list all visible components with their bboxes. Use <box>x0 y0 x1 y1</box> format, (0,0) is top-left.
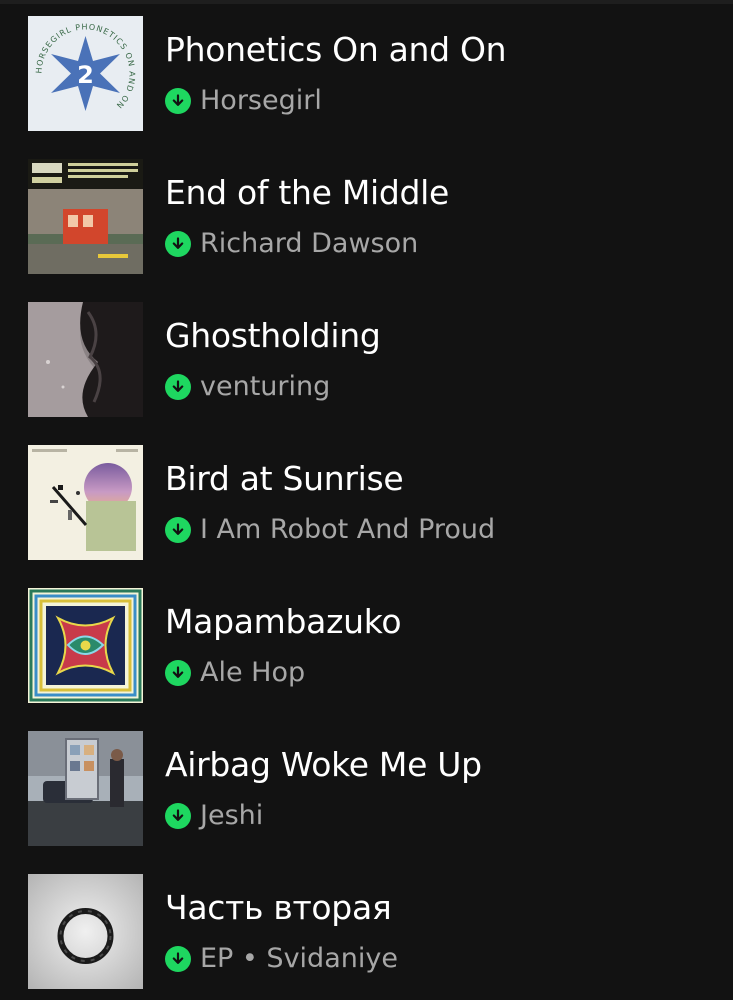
item-title: Airbag Woke Me Up <box>165 745 482 784</box>
list-item[interactable]: Ghostholding venturing <box>0 286 733 417</box>
item-title: Mapambazuko <box>165 602 402 641</box>
item-subtitle-row: Horsegirl <box>165 84 322 118</box>
item-subtitle: Jeshi <box>200 800 264 831</box>
item-subtitle: Richard Dawson <box>200 228 419 259</box>
item-subtitle-row: EP • Svidaniye <box>165 942 398 976</box>
item-subtitle-row: venturing <box>165 370 330 404</box>
list-item[interactable]: Bird at Sunrise I Am Robot And Proud <box>0 429 733 560</box>
item-subtitle-row: Richard Dawson <box>165 227 418 261</box>
item-subtitle: Ale Hop <box>200 657 306 688</box>
list-item[interactable]: Airbag Woke Me Up Jeshi <box>0 715 733 846</box>
item-title: Bird at Sunrise <box>165 459 404 498</box>
list-item[interactable]: Mapambazuko Ale Hop <box>0 572 733 703</box>
list-item[interactable]: End of the Middle Richard Dawson <box>0 143 733 274</box>
item-subtitle: Horsegirl <box>200 85 322 116</box>
download-arrow-icon <box>165 946 191 972</box>
download-arrow-icon <box>165 803 191 829</box>
item-title: End of the Middle <box>165 173 450 212</box>
album-art <box>28 588 143 703</box>
download-arrow-icon <box>165 374 191 400</box>
library-list: HORSEGIRL PHONETICS ON AND ON 2 Phonetic… <box>0 0 733 1000</box>
album-art <box>28 874 143 989</box>
item-title: Phonetics On and On <box>165 30 507 69</box>
album-art: HORSEGIRL PHONETICS ON AND ON 2 <box>28 16 143 131</box>
item-subtitle-row: Jeshi <box>165 799 263 833</box>
download-arrow-icon <box>165 517 191 543</box>
list-item[interactable]: HORSEGIRL PHONETICS ON AND ON 2 Phonetic… <box>0 0 733 131</box>
album-art <box>28 731 143 846</box>
download-arrow-icon <box>165 231 191 257</box>
download-arrow-icon <box>165 660 191 686</box>
item-title: Часть вторая <box>165 888 392 927</box>
item-subtitle: EP • Svidaniye <box>200 943 398 974</box>
download-arrow-icon <box>165 88 191 114</box>
album-art <box>28 159 143 274</box>
list-item[interactable]: Часть вторая EP • Svidaniye <box>0 858 733 989</box>
item-subtitle-row: Ale Hop <box>165 656 305 690</box>
item-subtitle-row: I Am Robot And Proud <box>165 513 495 547</box>
item-subtitle: venturing <box>200 371 331 402</box>
album-art <box>28 445 143 560</box>
album-art <box>28 302 143 417</box>
item-subtitle: I Am Robot And Proud <box>200 514 496 545</box>
art-number: 2 <box>77 61 94 89</box>
item-title: Ghostholding <box>165 316 381 355</box>
